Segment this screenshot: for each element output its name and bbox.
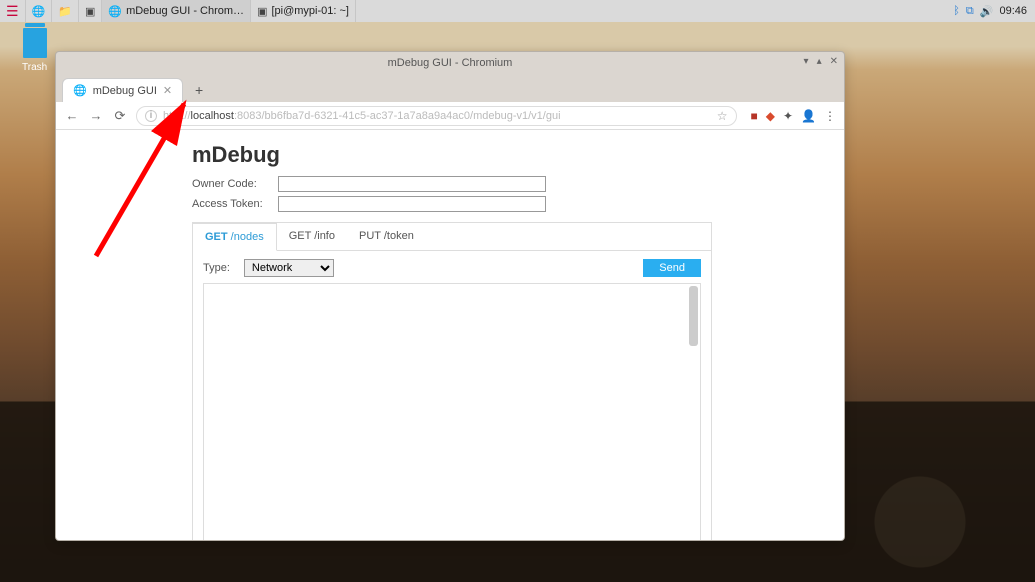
clock[interactable]: 09:46 — [999, 5, 1027, 17]
url-path: :8083/bb6fba7d-6321-41c5-ac37-1a7a8a9a4a… — [234, 110, 561, 122]
nav-back-button[interactable]: ← — [64, 108, 80, 123]
taskbar-app-terminal[interactable]: ▣ [pi@mypi-01: ~] — [251, 0, 356, 22]
terminal-icon: ▣ — [85, 5, 95, 18]
volume-icon[interactable]: 🔊 — [980, 5, 994, 18]
bookmark-star-icon[interactable]: ☆ — [717, 109, 728, 123]
page-viewport: mDebug Owner Code: Access Token: GET /no… — [56, 130, 844, 540]
tab-close-button[interactable]: ✕ — [163, 84, 172, 97]
window-maximize-button[interactable]: ▴ — [817, 56, 822, 67]
browser-menu-icon[interactable]: ⋮ — [824, 109, 836, 123]
new-tab-button[interactable]: + — [187, 78, 211, 102]
globe-icon: 🌐 — [108, 5, 122, 18]
taskbar-launcher-files[interactable]: 📁 — [52, 0, 79, 22]
type-select[interactable]: Network — [244, 259, 334, 277]
window-minimize-button[interactable]: ▾ — [804, 56, 809, 67]
tab-get-info[interactable]: GET /info — [277, 223, 347, 250]
terminal-icon: ▣ — [257, 5, 267, 18]
browser-toolbar: ← → ⟳ i http:// localhost :8083/bb6fba7d… — [56, 102, 844, 130]
browser-tabstrip: 🌐 mDebug GUI ✕ + — [56, 74, 844, 102]
extensions-menu-icon[interactable]: ✦ — [783, 109, 793, 123]
nav-forward-button[interactable]: → — [88, 108, 104, 123]
tab-verb: PUT — [359, 230, 384, 242]
info-icon[interactable]: i — [145, 110, 157, 122]
taskbar-launcher-web[interactable]: 🌐 — [26, 0, 53, 22]
taskbar-launcher-terminal[interactable]: ▣ — [79, 0, 102, 22]
vertical-scrollbar[interactable] — [689, 286, 698, 346]
bluetooth-icon[interactable]: ᛒ — [953, 5, 960, 17]
send-button[interactable]: Send — [643, 259, 701, 277]
extension-icon[interactable]: ◆ — [766, 109, 775, 123]
browser-tab[interactable]: 🌐 mDebug GUI ✕ — [62, 78, 183, 102]
tab-verb: GET — [289, 230, 314, 242]
tab-put-token[interactable]: PUT /token — [347, 223, 426, 250]
folder-icon: 📁 — [58, 5, 72, 18]
url-host: localhost — [191, 110, 234, 122]
api-tabs: GET /nodes GET /info PUT /token — [193, 223, 711, 251]
owner-code-label: Owner Code: — [192, 178, 272, 190]
owner-code-input[interactable] — [278, 176, 546, 192]
tab-path: /nodes — [231, 231, 264, 243]
desktop-trash-label: Trash — [22, 62, 47, 73]
taskbar-app-label: mDebug GUI - Chrom… — [126, 5, 244, 17]
tab-path: /info — [314, 230, 335, 242]
window-titlebar[interactable]: mDebug GUI - Chromium ▾ ▴ ✕ — [56, 52, 844, 74]
tab-path: /token — [384, 230, 414, 242]
response-output[interactable] — [203, 283, 701, 540]
extension-icon[interactable]: ■ — [751, 109, 758, 123]
url-protocol: http:// — [163, 110, 191, 122]
tab-get-nodes[interactable]: GET /nodes — [193, 223, 277, 251]
globe-icon: 🌐 — [32, 5, 46, 18]
access-token-input[interactable] — [278, 196, 546, 212]
nav-reload-button[interactable]: ⟳ — [112, 108, 128, 124]
omnibox[interactable]: i http:// localhost :8083/bb6fba7d-6321-… — [136, 106, 737, 126]
wifi-icon[interactable]: ⧉ — [966, 5, 974, 18]
tab-verb: GET — [205, 231, 231, 243]
globe-icon: 🌐 — [73, 84, 87, 97]
chromium-window: mDebug GUI - Chromium ▾ ▴ ✕ 🌐 mDebug GUI… — [55, 51, 845, 541]
access-token-label: Access Token: — [192, 198, 272, 210]
page-title: mDebug — [192, 142, 712, 168]
raspberry-icon: ☰ — [6, 3, 19, 20]
taskbar-app-label: [pi@mypi-01: ~] — [271, 5, 349, 17]
taskbar-app-chromium[interactable]: 🌐 mDebug GUI - Chrom… — [102, 0, 251, 22]
trash-icon — [23, 28, 47, 58]
window-title: mDebug GUI - Chromium — [388, 57, 513, 69]
window-close-button[interactable]: ✕ — [830, 56, 838, 67]
toolbar-extensions: ■ ◆ ✦ 👤 ⋮ — [745, 109, 837, 123]
taskbar-menu[interactable]: ☰ — [0, 0, 26, 22]
os-taskbar: ☰ 🌐 📁 ▣ 🌐 mDebug GUI - Chrom… ▣ [pi@mypi… — [0, 0, 1035, 22]
type-label: Type: — [203, 262, 230, 274]
desktop-trash[interactable]: Trash — [22, 28, 47, 73]
profile-avatar-icon[interactable]: 👤 — [801, 109, 816, 123]
browser-tab-label: mDebug GUI — [93, 85, 157, 97]
